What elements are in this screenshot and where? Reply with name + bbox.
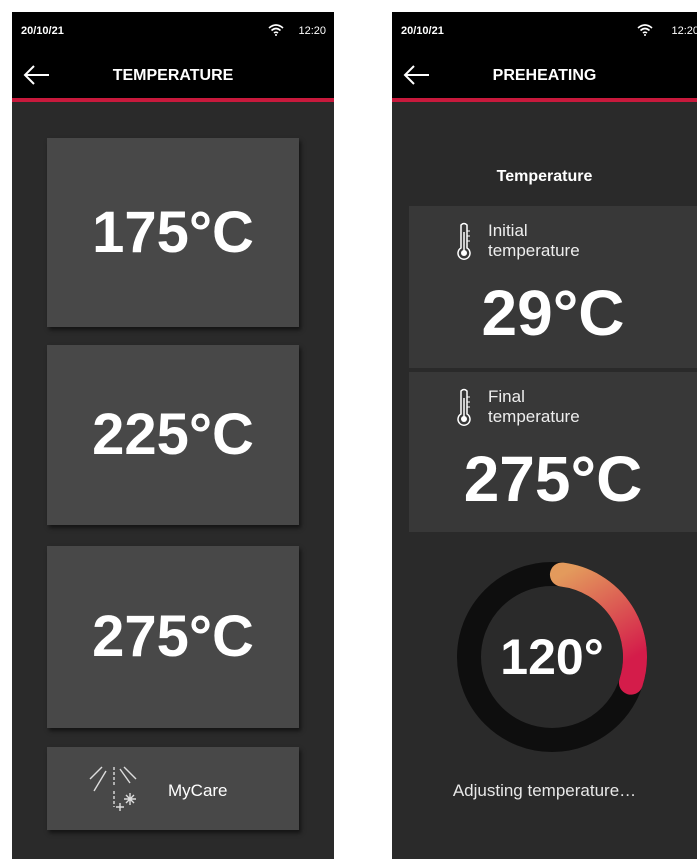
initial-temperature-card: Initial temperature 29°C [409,206,697,368]
temperature-option-225[interactable]: 225°C [47,345,299,525]
final-temperature-value: 275°C [463,443,643,515]
status-time: 12:20 [298,25,326,37]
temperature-option-label: 175°C [92,200,254,265]
wifi-icon [268,24,284,39]
header: TEMPERATURE [12,50,334,102]
status-date: 20/10/21 [21,25,64,37]
gauge-value: 120° [500,629,604,685]
mycare-sparkle-icon [84,763,148,815]
temperature-option-275[interactable]: 275°C [47,546,299,728]
status-date: 20/10/21 [401,25,444,37]
temperature-section-label: Temperature [496,168,593,185]
status-bar: 20/10/21 12:20 [12,12,334,50]
temperature-screen: 20/10/21 12:20 TEMPERATURE 175°C 225°C 2… [12,12,334,859]
wifi-icon [637,24,653,39]
page-title: PREHEATING [492,67,597,84]
label-line: temperature [488,407,580,426]
initial-temperature-label: Initial temperature [488,221,580,261]
mycare-button[interactable]: MyCare [47,747,299,830]
final-temperature-card: Final temperature 275°C [409,372,697,532]
status-bar: 20/10/21 12:20 [392,12,697,50]
status-text: Adjusting temperature… [452,781,637,800]
page-title: TEMPERATURE [112,67,234,84]
temperature-option-label: 225°C [92,402,254,467]
thermometer-icon [456,222,472,262]
mycare-label: MyCare [168,781,228,800]
status-time: 12:20 [671,25,697,37]
label-line: Final [488,387,525,406]
thermometer-icon [456,388,472,428]
label-line: temperature [488,241,580,260]
final-temperature-label: Final temperature [488,387,580,427]
header: PREHEATING [392,50,697,102]
temperature-option-175[interactable]: 175°C [47,138,299,327]
temperature-option-label: 275°C [92,604,254,669]
initial-temperature-value: 29°C [481,277,625,349]
label-line: Initial [488,221,528,240]
preheating-screen: 20/10/21 12:20 PREHEATING Temperature In… [392,12,697,859]
